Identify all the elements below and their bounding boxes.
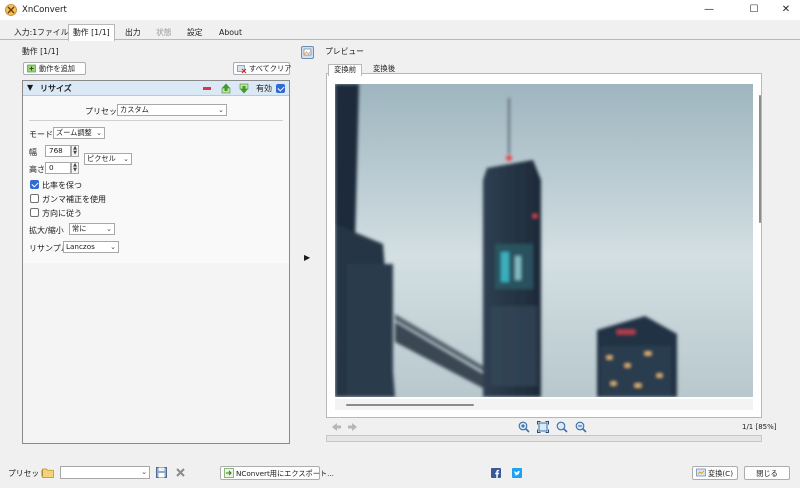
chevron-down-icon: ⌄ [110, 243, 116, 251]
facebook-icon[interactable] [491, 468, 501, 478]
height-label: 高さ [29, 165, 45, 174]
orientation-checkbox[interactable] [30, 208, 39, 217]
close-button[interactable]: 閉じる [744, 466, 790, 480]
tab-about[interactable]: About [215, 26, 246, 40]
chevron-down-icon: ⌄ [141, 468, 147, 476]
mode-label: モード [29, 130, 53, 139]
height-stepper[interactable]: ▲ ▼ [71, 162, 79, 174]
close-window-button[interactable]: ✕ [770, 2, 800, 18]
previous-arrow-icon[interactable] [330, 421, 342, 433]
preview-toggle-icon[interactable] [301, 46, 314, 59]
move-up-icon[interactable] [221, 83, 231, 94]
preview-image [335, 84, 753, 397]
add-action-label: 動作を追加 [39, 64, 75, 73]
page-zoom-info: 1/1 [85%] [742, 423, 777, 431]
mode-select-value: ズーム調整 [56, 128, 92, 137]
title-bar: XnConvert — ☐ ✕ [0, 0, 800, 20]
mode-select[interactable]: ズーム調整 ⌄ [53, 127, 105, 139]
clear-all-button[interactable]: すべてクリア [233, 62, 292, 75]
collapse-arrow-icon[interactable]: ▼ [27, 83, 33, 92]
move-down-icon[interactable] [239, 83, 249, 94]
enlarge-select-value: 常に [72, 224, 87, 233]
xnconvert-logo-icon [5, 4, 17, 16]
tab-before[interactable]: 変換前 [328, 64, 363, 76]
delete-preset-icon[interactable] [175, 467, 186, 478]
width-input[interactable]: 768 [45, 145, 71, 157]
enlarge-select[interactable]: 常に ⌄ [69, 223, 115, 235]
resize-action-title: リサイズ [40, 84, 72, 93]
convert-label: 変換(C) [708, 468, 734, 478]
keep-ratio-checkbox[interactable] [30, 180, 39, 189]
export-nconvert-label: NConvert用にエクスポート... [236, 468, 334, 478]
resample-select-value: Lanczos [66, 242, 95, 251]
clear-all-icon [237, 64, 247, 73]
preview-horizontal-scroll-thumb[interactable] [346, 404, 474, 406]
unit-select-value: ピクセル [87, 154, 116, 163]
convert-button[interactable]: 変換(C) [692, 466, 738, 480]
chevron-down-icon: ⌄ [218, 106, 224, 114]
remove-action-icon[interactable] [203, 85, 211, 92]
preview-vertical-scroll-thumb[interactable] [759, 95, 761, 223]
orientation-label: 方向に従う [42, 209, 82, 218]
open-folder-icon[interactable] [42, 467, 54, 478]
chevron-down-icon: ⌄ [123, 155, 129, 163]
progress-bar [326, 435, 762, 442]
preview-label: プレビュー [325, 47, 364, 56]
chevron-down-icon: ⌄ [106, 225, 112, 233]
zoom-out-icon[interactable] [575, 421, 587, 433]
tab-settings[interactable]: 設定 [183, 26, 207, 40]
add-action-button[interactable]: 動作を追加 [23, 62, 86, 75]
export-nconvert-button[interactable]: NConvert用にエクスポート... [220, 466, 334, 480]
resize-action-header[interactable]: ▼ リサイズ 有効 [23, 81, 289, 96]
tab-after[interactable]: 変換後 [368, 64, 400, 75]
collapse-panel-arrow-icon[interactable]: ▶ [304, 253, 310, 262]
export-icon [224, 468, 234, 478]
width-stepper[interactable]: ▲ ▼ [71, 145, 79, 157]
resample-select[interactable]: Lanczos ⌄ [63, 241, 119, 253]
gamma-label: ガンマ補正を使用 [42, 195, 106, 204]
height-input[interactable]: 0 [45, 162, 71, 174]
main-tab-bar: 入力:1ファイル 動作 [1/1] 出力 状態 設定 About [0, 24, 800, 41]
window-title: XnConvert [22, 5, 67, 15]
keep-ratio-label: 比率を保つ [42, 181, 82, 190]
preset-select[interactable]: カスタム ⌄ [117, 104, 227, 116]
tab-status[interactable]: 状態 [152, 26, 176, 40]
tab-actions[interactable]: 動作 [1/1] [68, 24, 115, 41]
divider [29, 120, 283, 121]
close-label: 閉じる [756, 468, 778, 478]
resize-settings: プリセット カスタム ⌄ モード ズーム調整 ⌄ 幅 768 ▲ ▼ 高さ 0 ▲… [23, 96, 289, 263]
bottom-preset-select[interactable]: ⌄ [60, 466, 150, 479]
zoom-in-icon[interactable] [518, 421, 530, 433]
enabled-label: 有効 [256, 84, 272, 93]
next-arrow-icon[interactable] [347, 421, 359, 433]
gamma-checkbox[interactable] [30, 194, 39, 203]
save-preset-icon[interactable] [156, 467, 167, 478]
bottom-bar: プリセット: ⌄ NConvert用にエクスポート... 変換(C) 閉じる [0, 460, 800, 488]
convert-icon [696, 468, 706, 477]
clear-all-label: すべてクリア [249, 64, 292, 73]
add-action-icon [27, 64, 36, 72]
enlarge-label: 拡大/縮小 [29, 226, 64, 235]
twitter-icon[interactable] [512, 468, 522, 478]
minimize-button[interactable]: — [693, 2, 725, 18]
actual-size-icon[interactable] [556, 421, 568, 433]
action-list-panel: ▼ リサイズ 有効 プリセット カスタム ⌄ モード ズーム調整 ⌄ 幅 768… [22, 80, 290, 444]
tab-output[interactable]: 出力 [121, 26, 145, 40]
preset-select-value: カスタム [120, 105, 149, 114]
maximize-button[interactable]: ☐ [738, 2, 770, 18]
fit-to-window-icon[interactable] [537, 421, 549, 433]
chevron-down-icon: ⌄ [96, 129, 102, 137]
tab-input[interactable]: 入力:1ファイル [10, 26, 72, 40]
width-label: 幅 [29, 148, 37, 157]
actions-section-label: 動作 [1/1] [22, 47, 59, 56]
enabled-checkbox[interactable] [276, 84, 285, 93]
unit-select[interactable]: ピクセル ⌄ [84, 153, 132, 165]
